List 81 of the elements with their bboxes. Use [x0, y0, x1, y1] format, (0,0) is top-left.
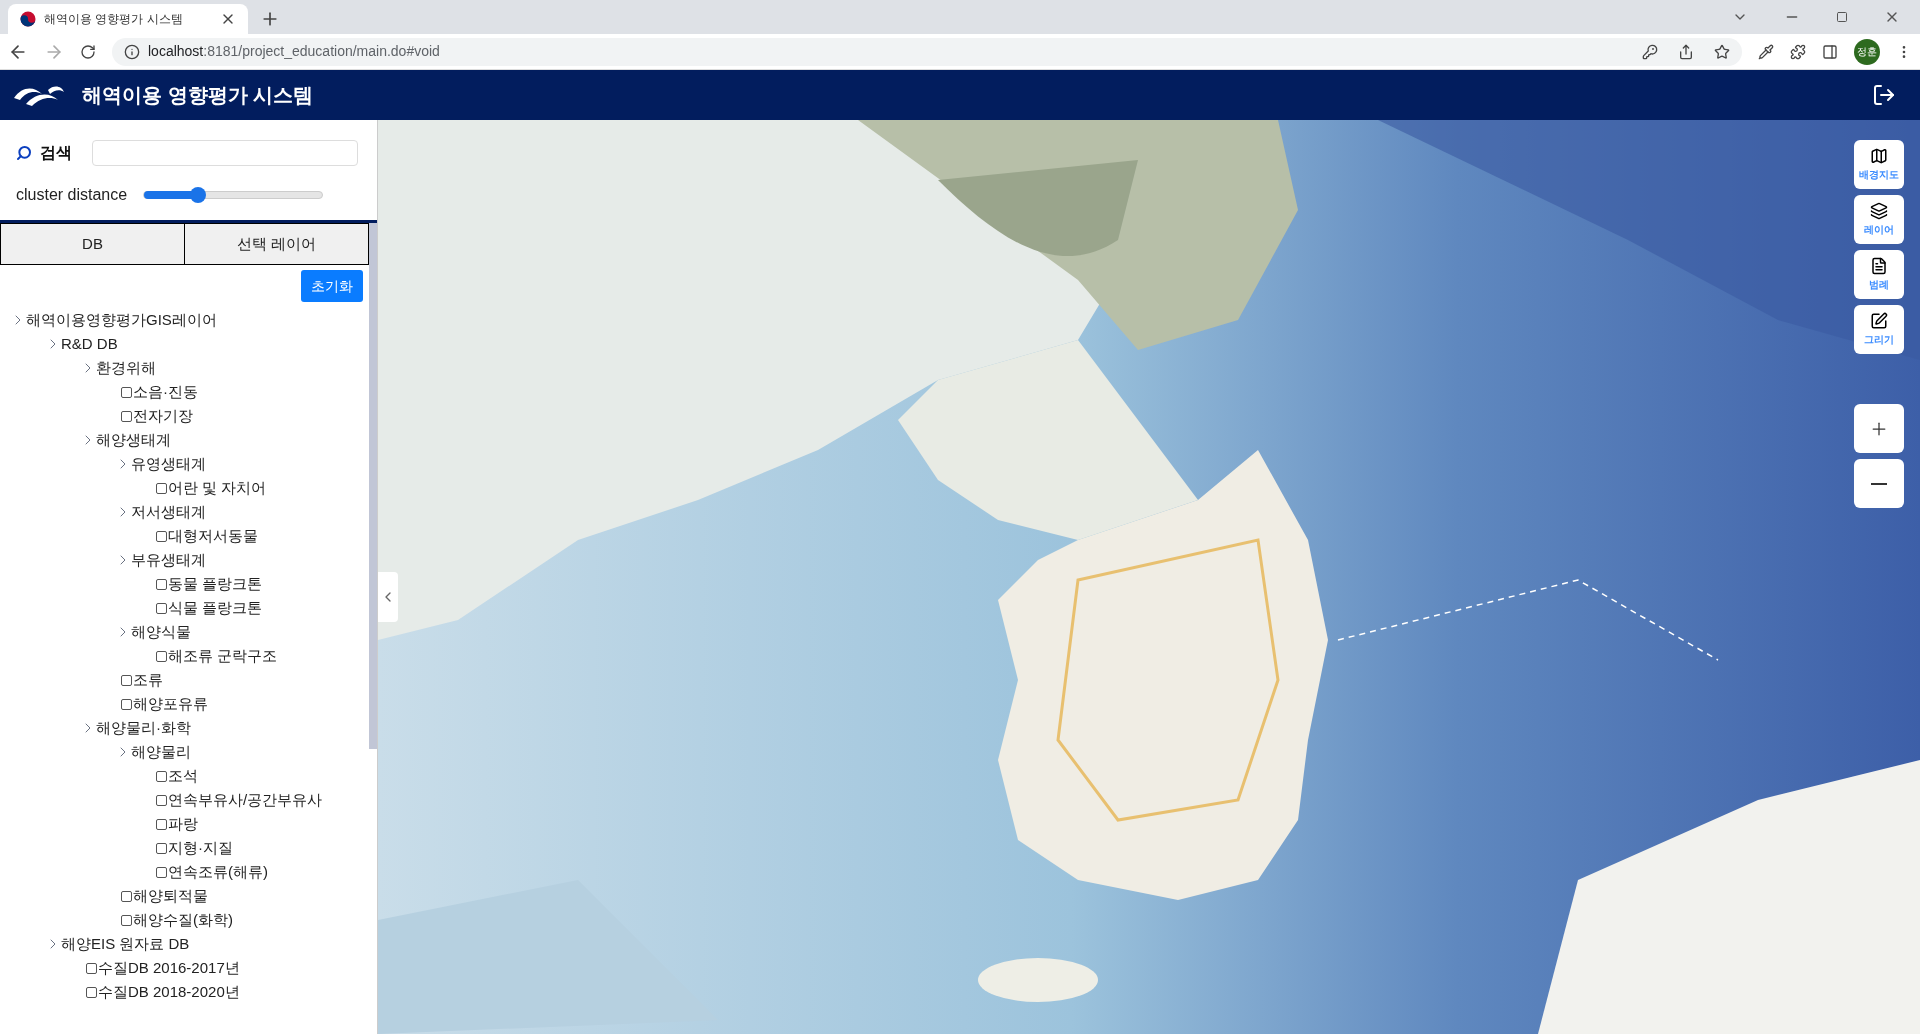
layer-checkbox[interactable] — [156, 842, 167, 854]
layer-checkbox[interactable] — [156, 866, 167, 878]
layer-checkbox[interactable] — [156, 818, 167, 830]
reset-button[interactable]: 초기화 — [301, 270, 363, 302]
tree-group-label[interactable]: 해양물리·화학 — [96, 716, 191, 740]
layer-checkbox[interactable] — [156, 482, 167, 494]
key-icon[interactable] — [1642, 43, 1658, 60]
layer-checkbox[interactable] — [86, 962, 97, 974]
share-icon[interactable] — [1678, 43, 1694, 60]
layer-checkbox[interactable] — [121, 698, 132, 710]
layer-label[interactable]: 파랑 — [168, 812, 198, 836]
layers-icon — [1870, 202, 1888, 220]
layer-checkbox[interactable] — [86, 986, 97, 998]
restore-icon[interactable] — [1836, 11, 1848, 23]
eyedropper-icon[interactable] — [1758, 43, 1774, 60]
layer-label[interactable]: 수질DB 2018-2020년 — [98, 980, 240, 1004]
map-icon — [1870, 147, 1888, 165]
layer-label[interactable]: 대형저서동물 — [168, 524, 258, 548]
zoom-out-button[interactable] — [1854, 459, 1904, 508]
layer-checkbox[interactable] — [156, 770, 167, 782]
layer-label[interactable]: 수질DB 2016-2017년 — [98, 956, 240, 980]
extensions-icon[interactable] — [1790, 43, 1806, 60]
tab-title: 해역이용 영향평가 시스템 — [44, 11, 184, 28]
tree-group-label[interactable]: 유영생태계 — [131, 452, 206, 476]
tree-group-label[interactable]: 해양EIS 원자료 DB — [61, 932, 190, 956]
layer-checkbox[interactable] — [121, 914, 132, 926]
layer-label[interactable]: 해양포유류 — [133, 692, 208, 716]
tree-group-label[interactable]: R&D DB — [61, 332, 118, 356]
info-icon — [124, 43, 140, 60]
layer-label[interactable]: 연속조류(해류) — [168, 860, 268, 884]
tree-group-label[interactable]: 해양식물 — [131, 620, 191, 644]
layer-label[interactable]: 해양퇴적물 — [133, 884, 208, 908]
tree-group-label[interactable]: 환경위해 — [96, 356, 156, 380]
url-text: localhost:8181/project_education/main.do#void — [148, 42, 440, 61]
slider-thumb[interactable] — [189, 187, 206, 203]
profile-avatar[interactable]: 정훈 — [1854, 38, 1880, 65]
layer-checkbox[interactable] — [121, 386, 132, 398]
layer-label[interactable]: 해양수질(화학) — [133, 908, 233, 932]
layer-label[interactable]: 해조류 군락구조 — [168, 644, 278, 668]
tree-group-label[interactable]: 저서생태계 — [131, 500, 206, 524]
layer-label[interactable]: 조류 — [133, 668, 163, 692]
logout-icon[interactable] — [1872, 83, 1896, 107]
layer-label[interactable]: 소음·진동 — [133, 380, 198, 404]
layer-label[interactable]: 동물 플랑크톤 — [168, 572, 263, 596]
pen-icon — [1870, 312, 1888, 330]
layer-checkbox[interactable] — [156, 602, 167, 614]
zoom-in-button[interactable] — [1854, 404, 1904, 453]
cluster-distance-label: cluster distance — [16, 185, 128, 205]
search-label: 검색 — [40, 143, 72, 163]
layer-label[interactable]: 전자기장 — [133, 404, 193, 428]
layer-label[interactable]: 연속부유사/공간부유사 — [168, 788, 323, 812]
layer-checkbox[interactable] — [156, 650, 167, 662]
tree-group-label[interactable]: 해양생태계 — [96, 428, 171, 452]
layer-checkbox[interactable] — [156, 794, 167, 806]
tree-group-label[interactable]: 해역이용영향평가GIS레이어 — [26, 308, 217, 332]
bookmark-star-icon[interactable] — [1714, 43, 1730, 60]
collapse-panel-handle[interactable] — [378, 572, 398, 622]
layer-checkbox[interactable] — [156, 578, 167, 590]
tree-group-label[interactable]: 해양물리 — [131, 740, 191, 764]
layer-label[interactable]: 식물 플랑크톤 — [168, 596, 263, 620]
document-icon — [1870, 257, 1888, 275]
side-panel-icon[interactable] — [1822, 43, 1838, 60]
layer-label[interactable]: 조석 — [168, 764, 198, 788]
panel-tab[interactable]: 선택 레이어 — [185, 223, 369, 265]
layer-checkbox[interactable] — [121, 674, 132, 686]
search-icon — [16, 145, 32, 161]
tree-group-label[interactable]: 부유생태계 — [131, 548, 206, 572]
layer-checkbox[interactable] — [121, 890, 132, 902]
search-field[interactable] — [92, 140, 358, 166]
minus-icon — [1871, 482, 1887, 485]
layer-checkbox[interactable] — [156, 530, 167, 542]
panel-tab[interactable]: DB — [0, 223, 185, 265]
address-bar[interactable]: localhost:8181/project_education/main.do#void — [112, 37, 1742, 66]
layer-label[interactable]: 어란 및 자치어 — [168, 476, 267, 500]
layer-checkbox[interactable] — [121, 410, 132, 422]
reload-icon[interactable] — [80, 43, 96, 60]
scrollbar[interactable] — [369, 223, 377, 749]
app-title: 해역이용 영향평가 시스템 — [82, 83, 314, 108]
browser-tab[interactable]: 해역이용 영향평가 시스템 — [8, 4, 248, 34]
layer-label[interactable]: 지형·지질 — [168, 836, 233, 860]
flag-emblem-icon — [20, 11, 36, 27]
